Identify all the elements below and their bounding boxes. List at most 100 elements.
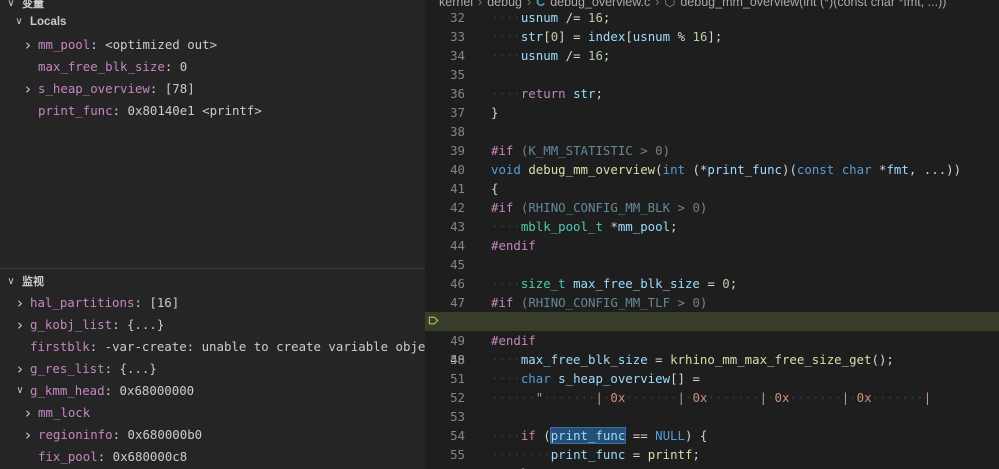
- code-line[interactable]: 33 ····str[0] = index[usnum % 16];: [425, 27, 999, 46]
- code-line[interactable]: 42 #if (RHINO_CONFIG_MM_BLK > 0): [425, 198, 999, 217]
- variable-name: g_res_list: [30, 361, 105, 376]
- code-line[interactable]: 53: [425, 407, 999, 426]
- variable-entry: g_kobj_list: {...}: [30, 314, 164, 336]
- line-number: 52: [450, 390, 465, 405]
- code-line[interactable]: 51 ····char s_heap_overview[] =: [425, 369, 999, 388]
- code-line[interactable]: 41{: [425, 179, 999, 198]
- line-number: 54: [450, 428, 465, 443]
- chevron-down-icon[interactable]: ∨: [0, 276, 22, 287]
- code-line[interactable]: 35: [425, 65, 999, 84]
- name-value-separator: :: [90, 37, 106, 52]
- name-value-separator: :: [149, 81, 165, 96]
- line-number: 43: [450, 219, 465, 234]
- line-number: 44: [450, 238, 465, 253]
- watch-expression-row[interactable]: › regioninfo: 0x680000b0: [0, 424, 425, 446]
- watch-expression-row[interactable]: fix_pool: 0x680000c8: [0, 446, 425, 468]
- line-number: 53: [450, 409, 465, 424]
- local-variable-row[interactable]: max_free_blk_size: 0: [0, 56, 425, 78]
- code-line[interactable]: 45: [425, 255, 999, 274]
- code-editor: kernel › debug › Cdebug_overview.c › ⬡ debug_mm…: [425, 0, 999, 469]
- line-number: 47: [450, 295, 465, 310]
- code-line[interactable]: 54 ····if (print_func == NULL) {: [425, 426, 999, 445]
- watch-expression-row[interactable]: › hal_partitions: [16]: [0, 292, 425, 314]
- code-line[interactable]: 49 #endif: [425, 331, 999, 350]
- code-line[interactable]: 36 ····return str;: [425, 84, 999, 103]
- name-value-separator: :: [112, 103, 128, 118]
- variable-value: -var-create: unable to create variable o…: [104, 339, 425, 354]
- section-divider: [0, 268, 425, 269]
- chevron-right-icon[interactable]: ›: [22, 78, 34, 100]
- chevron-right-icon[interactable]: ›: [14, 292, 26, 314]
- variable-name: s_heap_overview: [38, 81, 150, 96]
- code-line[interactable]: 34 ····usnum /= 16;: [425, 46, 999, 65]
- chevron-down-icon[interactable]: ∨: [13, 11, 25, 33]
- code-line[interactable]: 55 ········print_func = printf;: [425, 445, 999, 464]
- chevron-right-icon[interactable]: ›: [22, 424, 34, 446]
- chevron-right-icon[interactable]: ›: [22, 34, 34, 56]
- variable-value: 0: [179, 59, 188, 74]
- line-number: 32: [450, 10, 465, 25]
- line-number: 34: [450, 48, 465, 63]
- code-line[interactable]: 40 void debug_mm_overview(int (*print_fun…: [425, 160, 999, 179]
- variable-entry: hal_partitions: [16]: [30, 292, 179, 314]
- watch-expression-row[interactable]: › g_res_list: {...}: [0, 358, 425, 380]
- name-value-separator: :: [104, 361, 120, 376]
- variable-name: regioninfo: [38, 427, 113, 442]
- line-number: 37: [450, 105, 465, 120]
- variable-entry: max_free_blk_size: 0: [38, 56, 187, 78]
- code-line[interactable]: 46 ····size_t max_free_blk_size = 0;: [425, 274, 999, 293]
- code-line[interactable]: 43 ····mblk_pool_t *mm_pool;: [425, 217, 999, 236]
- variable-name: firstblk: [30, 339, 90, 354]
- chevron-down-icon[interactable]: ∨: [14, 380, 26, 402]
- variable-value: 0x680000b0: [127, 427, 203, 442]
- line-number: 42: [450, 200, 465, 215]
- variable-value: {...}: [126, 317, 165, 332]
- code-line[interactable]: 50: [425, 350, 999, 369]
- chevron-right-icon[interactable]: ›: [22, 402, 34, 424]
- name-value-separator: :: [89, 339, 105, 354]
- line-number: 56: [425, 464, 465, 469]
- name-value-separator: :: [97, 449, 113, 464]
- code-line[interactable]: 52 ······"·······|·0x·······|·0x·······|·…: [425, 388, 999, 407]
- variable-entry: mm_lock: [38, 402, 90, 424]
- code-line[interactable]: 32 ····usnum /= 16;: [425, 8, 999, 27]
- watch-expression-row[interactable]: › mm_lock: [0, 402, 425, 424]
- current-execution-line[interactable]: 48 ····max_free_blk_size = krhino_mm_max_…: [425, 312, 999, 367]
- code-line[interactable]: 44 #endif: [425, 236, 999, 255]
- name-value-separator: :: [134, 295, 150, 310]
- line-number: 35: [450, 67, 465, 82]
- line-number: 38: [450, 124, 465, 139]
- watch-expression-row[interactable]: ∨ g_kmm_head: 0x68000000: [0, 380, 425, 402]
- breakpoint-arrow-icon[interactable]: [428, 315, 439, 326]
- variable-name: print_func: [38, 103, 113, 118]
- line-number: 45: [450, 257, 465, 272]
- code-line[interactable]: 56····}: [425, 464, 999, 469]
- variable-value: 0x680000c8: [112, 449, 188, 464]
- line-number: 41: [450, 181, 465, 196]
- variable-value: [16]: [149, 295, 180, 310]
- variable-entry: print_func: 0x80140e1 <printf>: [38, 100, 262, 122]
- variable-name: g_kobj_list: [30, 317, 113, 332]
- watch-expression-row[interactable]: firstblk: -var-create: unable to create …: [0, 336, 425, 358]
- variable-name: g_kmm_head: [30, 383, 105, 398]
- local-variable-row[interactable]: › mm_pool: <optimized out>: [0, 34, 425, 56]
- line-number: 33: [450, 29, 465, 44]
- locals-scope[interactable]: ∨ Locals: [0, 11, 425, 33]
- line-number: 50: [450, 352, 465, 367]
- line-number: 40: [450, 162, 465, 177]
- code-line[interactable]: 39 #if (K_MM_STATISTIC > 0): [425, 141, 999, 160]
- line-number: 39: [450, 143, 465, 158]
- code-line[interactable]: 37}: [425, 103, 999, 122]
- variable-name: mm_lock: [38, 405, 91, 420]
- watch-expression-row[interactable]: › g_kobj_list: {...}: [0, 314, 425, 336]
- variable-value: 0x80140e1 <printf>: [127, 103, 262, 118]
- chevron-right-icon[interactable]: ›: [14, 358, 26, 380]
- code-line[interactable]: 47 #if (RHINO_CONFIG_MM_TLF > 0): [425, 293, 999, 312]
- chevron-right-icon[interactable]: ›: [14, 314, 26, 336]
- local-variable-row[interactable]: print_func: 0x80140e1 <printf>: [0, 100, 425, 122]
- code-line[interactable]: 38: [425, 122, 999, 141]
- variable-value: [78]: [164, 81, 195, 96]
- chevron-down-icon[interactable]: ∨: [0, 0, 22, 9]
- local-variable-row[interactable]: › s_heap_overview: [78]: [0, 78, 425, 100]
- watch-section-header[interactable]: ∨ 监视: [0, 270, 425, 292]
